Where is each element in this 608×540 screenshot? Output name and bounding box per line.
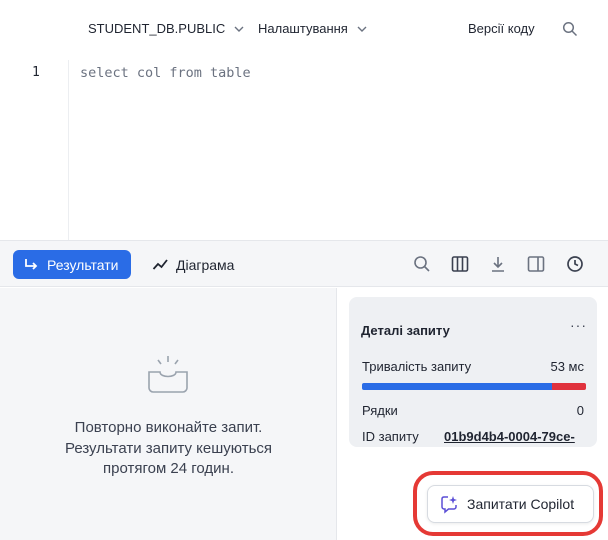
clock-icon[interactable]: [566, 255, 584, 273]
duration-value: 53 мс: [550, 359, 584, 374]
tab-chart-label: Діаграма: [176, 256, 235, 273]
query-id-link[interactable]: 01b9d4b4-0004-79ce-: [444, 429, 584, 444]
code-editor[interactable]: 1 select col from table: [0, 60, 608, 240]
code-versions-button[interactable]: Версії коду: [468, 21, 535, 36]
arrow-return-icon: [25, 258, 38, 270]
settings-dropdown[interactable]: Налаштування: [258, 21, 368, 36]
empty-state-message: Повторно виконайте запит. Результати зап…: [0, 418, 337, 480]
gutter-divider: [68, 60, 69, 240]
query-details-title: Деталі запиту: [361, 323, 450, 338]
tab-results[interactable]: Результати: [13, 250, 131, 279]
empty-line-3: протягом 24 годин.: [102, 460, 235, 477]
ask-copilot-label: Запитати Copilot: [467, 496, 575, 512]
query-id-label: ID запиту: [362, 429, 419, 444]
code-line[interactable]: select col from table: [80, 65, 251, 81]
empty-tray-icon: [148, 356, 188, 393]
search-icon[interactable]: [562, 21, 578, 37]
rows-value: 0: [576, 403, 584, 418]
settings-label: Налаштування: [258, 21, 348, 36]
copilot-sparkle-icon: [441, 496, 457, 514]
side-panel-icon[interactable]: [527, 255, 545, 273]
download-icon[interactable]: [489, 255, 507, 273]
more-options-icon[interactable]: ···: [570, 317, 587, 333]
code-versions-label: Версії коду: [468, 21, 535, 36]
search-icon[interactable]: [413, 255, 431, 273]
query-details-card: Деталі запиту ··· Тривалість запиту 53 м…: [349, 297, 597, 447]
ask-copilot-button[interactable]: Запитати Copilot: [427, 485, 594, 523]
tab-results-label: Результати: [47, 256, 119, 273]
duration-bar: [362, 383, 586, 390]
database-selector[interactable]: STUDENT_DB.PUBLIC: [88, 21, 245, 36]
results-tab-bar: Результати Діаграма: [0, 240, 608, 287]
duration-bar-remainder: [552, 383, 586, 390]
duration-label: Тривалість запиту: [362, 359, 472, 374]
columns-icon[interactable]: [451, 255, 469, 273]
empty-line-1: Повторно виконайте запит.: [74, 419, 263, 436]
line-chart-icon: [152, 259, 168, 270]
chevron-down-icon: [357, 26, 367, 32]
line-number: 1: [32, 65, 40, 80]
top-toolbar: STUDENT_DB.PUBLIC Налаштування Версії ко…: [0, 0, 608, 60]
results-pane: Повторно виконайте запит. Результати зап…: [0, 288, 337, 540]
database-label: STUDENT_DB.PUBLIC: [88, 21, 226, 36]
tab-chart[interactable]: Діаграма: [152, 250, 234, 279]
duration-bar-fill: [362, 383, 553, 390]
chevron-down-icon: [234, 26, 244, 32]
empty-line-2: Результати запиту кешуються: [64, 439, 273, 457]
rows-label: Рядки: [362, 403, 398, 418]
